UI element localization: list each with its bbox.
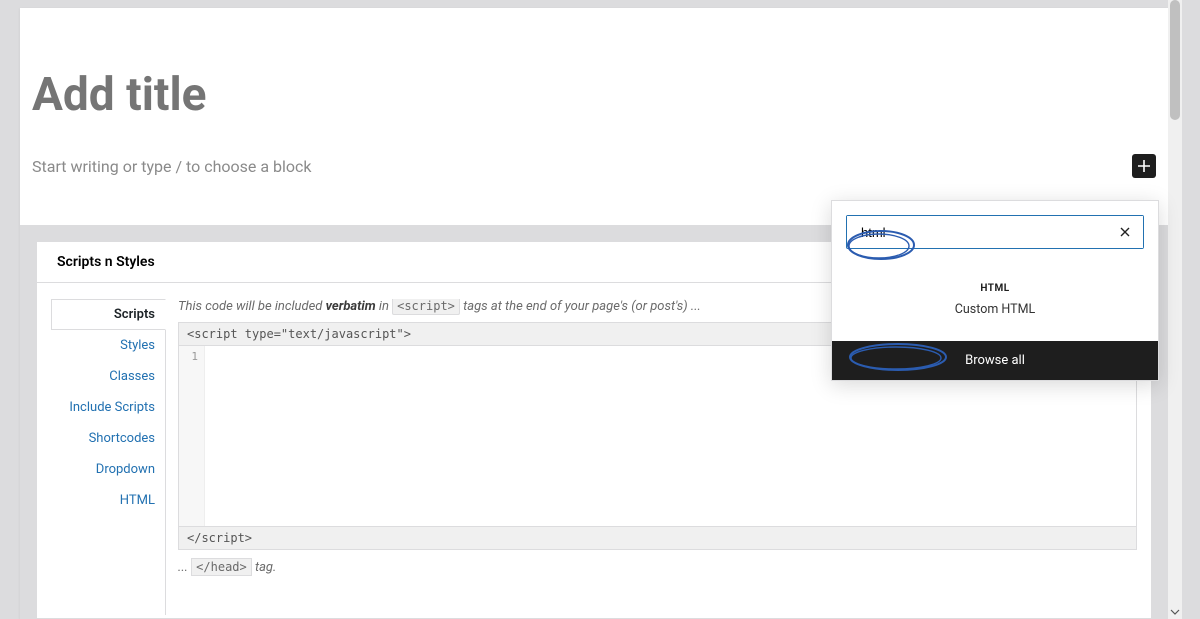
post-title-input[interactable] — [32, 68, 1156, 122]
code-close-tag: </script> — [179, 526, 1136, 549]
block-content-placeholder[interactable]: Start writing or type / to choose a bloc… — [32, 157, 1132, 176]
add-block-button[interactable] — [1132, 154, 1156, 178]
scrollbar-thumb[interactable] — [1170, 0, 1180, 120]
scrollbar-down-arrow[interactable] — [1168, 605, 1182, 619]
inserter-results: HTML Custom HTML — [832, 263, 1158, 341]
block-search-input[interactable] — [847, 216, 1143, 248]
viewport: Start writing or type / to choose a bloc… — [0, 0, 1200, 619]
vertical-scrollbar[interactable] — [1168, 0, 1182, 619]
tab-shortcodes[interactable]: Shortcodes — [51, 423, 165, 454]
tab-dropdown[interactable]: Dropdown — [51, 454, 165, 485]
code-gutter: 1 — [179, 346, 205, 526]
close-icon — [1119, 226, 1131, 238]
tab-html[interactable]: HTML — [51, 485, 165, 516]
tab-classes[interactable]: Classes — [51, 361, 165, 392]
clear-search-button[interactable] — [1111, 218, 1139, 246]
metabox-tabs: Scripts Styles Classes Include Scripts S… — [51, 299, 165, 615]
html-block-icon: HTML — [945, 283, 1045, 294]
head-description: ... </head> tag. — [178, 560, 1137, 575]
browse-all-button[interactable]: Browse all — [832, 341, 1158, 380]
inserter-search-box — [846, 215, 1144, 249]
plus-icon — [1136, 158, 1152, 174]
chevron-down-icon — [1170, 607, 1180, 617]
block-result-custom-html[interactable]: HTML Custom HTML — [945, 277, 1045, 323]
tab-styles[interactable]: Styles — [51, 330, 165, 361]
tab-scripts[interactable]: Scripts — [51, 299, 166, 330]
block-result-label: Custom HTML — [945, 302, 1045, 317]
block-inserter-popover: HTML Custom HTML Browse all — [831, 200, 1159, 381]
tab-include-scripts[interactable]: Include Scripts — [51, 392, 165, 423]
